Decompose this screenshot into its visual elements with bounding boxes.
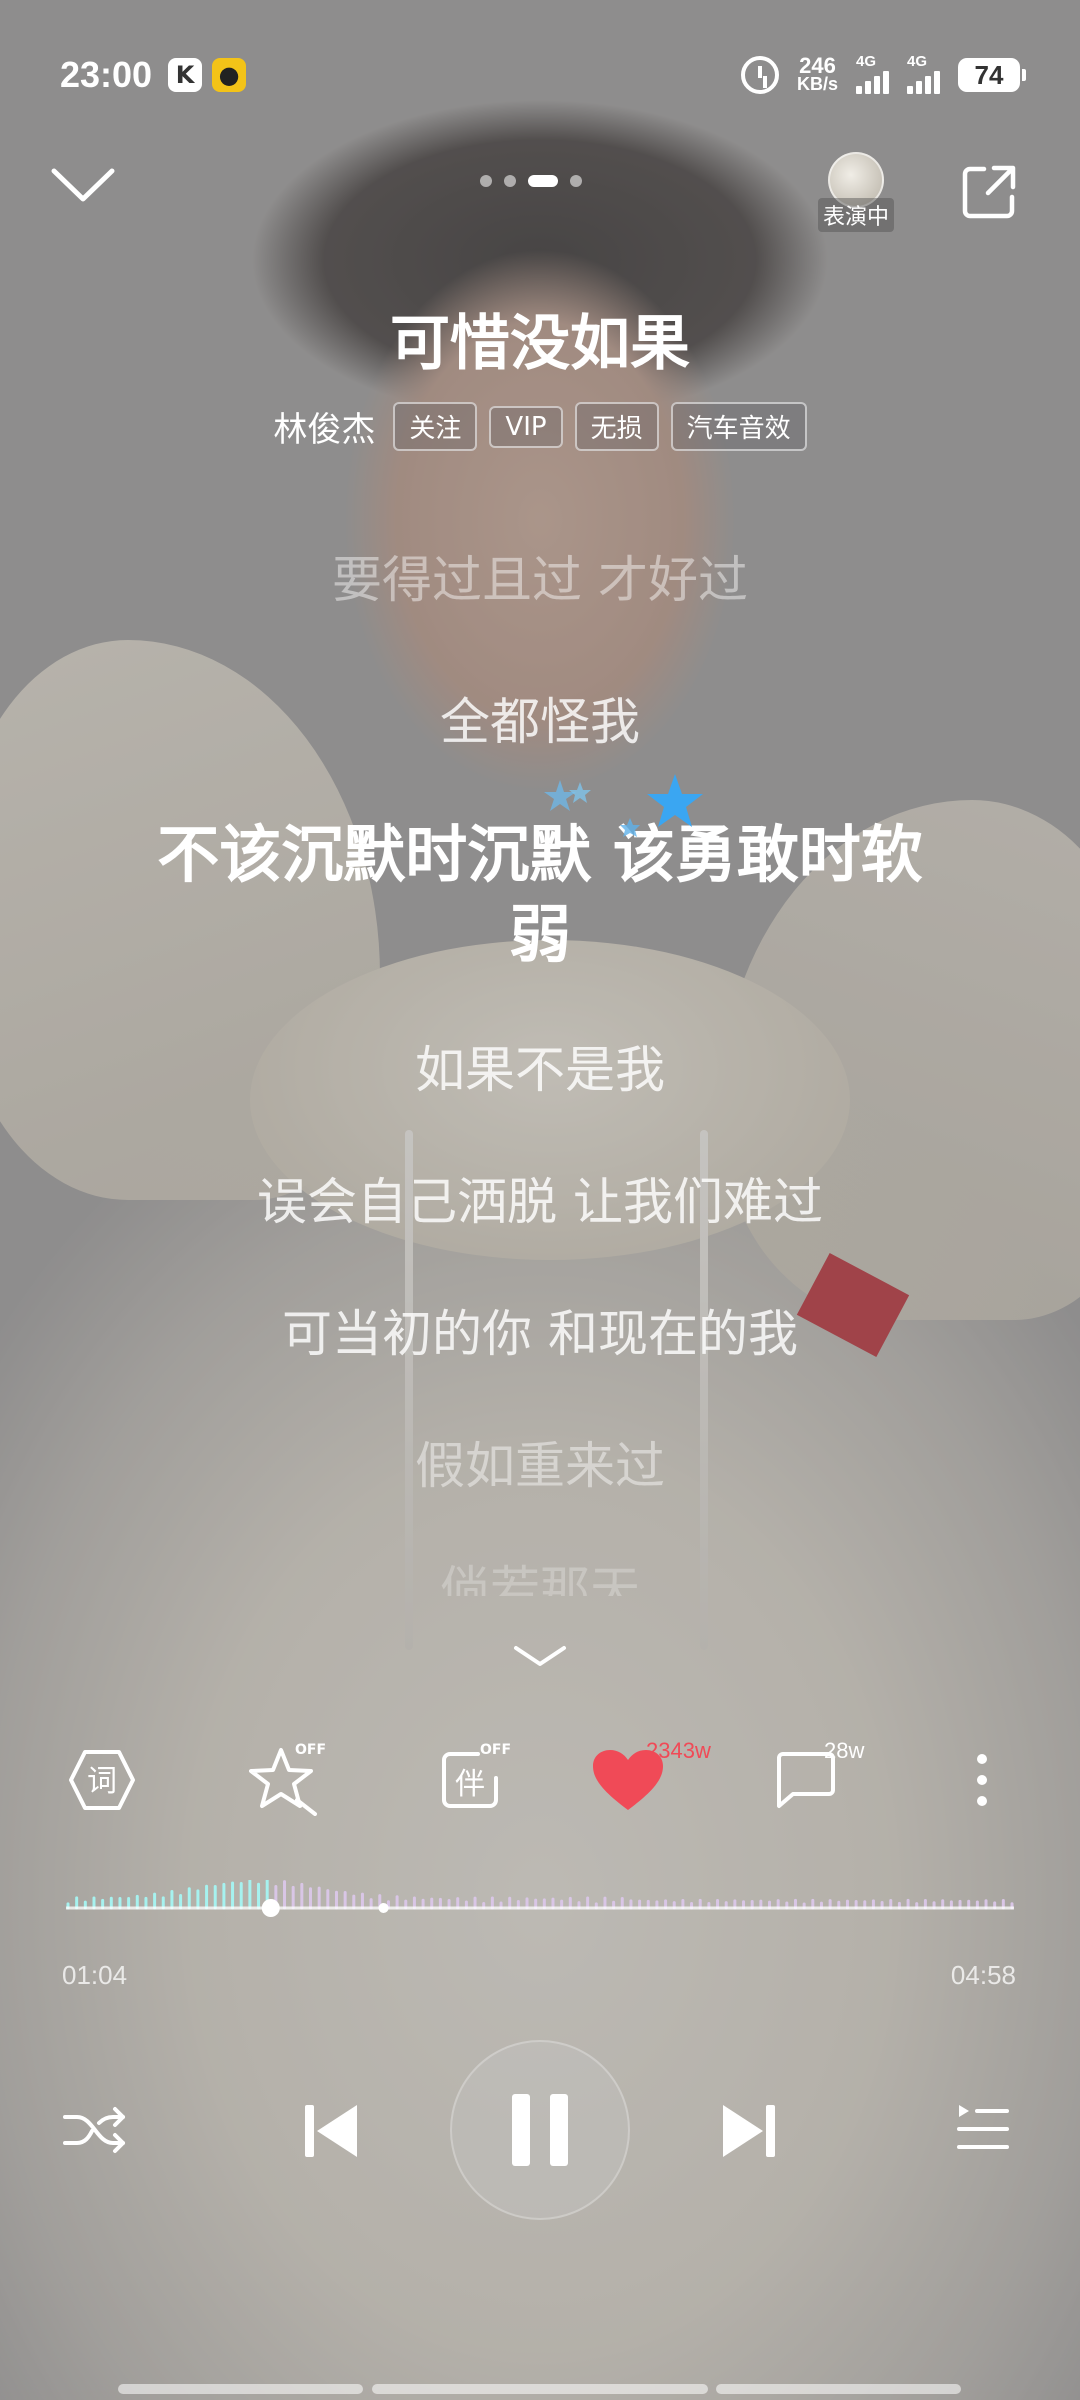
performing-now-button[interactable]: 表演中 <box>818 152 894 232</box>
follow-button[interactable]: 关注 <box>393 402 478 451</box>
more-options-button[interactable] <box>942 1740 1022 1820</box>
page-indicator[interactable] <box>480 175 582 187</box>
progress-thumb <box>261 1899 280 1917</box>
like-button[interactable]: 2343w <box>588 1738 711 1820</box>
signal-strength-icon: 4G <box>856 53 889 94</box>
accompaniment-button[interactable]: 伴 OFF <box>430 1740 512 1820</box>
lyric-line[interactable]: 要得过且过 才好过 <box>0 540 1080 612</box>
kugou-notification-icon: K <box>168 58 203 92</box>
lyric-line[interactable]: 误会自己洒脱 让我们难过 <box>0 1162 1080 1234</box>
like-count: 2343w <box>646 1738 711 1763</box>
gesture-bar <box>118 2384 363 2394</box>
climax-marker <box>378 1903 389 1913</box>
sparkle-stars-icon <box>544 774 703 837</box>
share-icon[interactable] <box>960 163 1018 221</box>
artist-name[interactable]: 林俊杰 <box>273 402 375 451</box>
lyrics-hexagon-icon: 词 <box>69 1750 135 1810</box>
accompaniment-off-label: OFF <box>480 1742 512 1758</box>
previous-track-button[interactable] <box>298 2098 364 2164</box>
playback-controls <box>0 2040 1080 2220</box>
next-track-button[interactable] <box>716 2098 782 2164</box>
app-notification-icon: ● <box>212 58 247 92</box>
star-off-label: OFF <box>295 1742 327 1758</box>
car-audio-effect-tag[interactable]: 汽车音效 <box>670 402 807 451</box>
status-bar: 23:00 K ● 246 KB/s 4G 4G 74 <box>0 40 1080 110</box>
signal-strength-icon-2: 4G <box>907 53 940 94</box>
progress-waveform-slider[interactable] <box>66 1880 1014 1930</box>
lyric-line[interactable]: 倘若那天 <box>0 1550 1080 1596</box>
shuffle-icon <box>63 2107 125 2153</box>
comment-button[interactable]: 28w <box>766 1738 864 1820</box>
song-meta-row: 林俊杰 关注 VIP 无损 汽车音效 <box>0 402 1080 451</box>
favorite-star-button[interactable]: OFF <box>245 1740 327 1820</box>
pause-button[interactable] <box>450 2040 630 2220</box>
comment-count: 28w <box>824 1738 865 1763</box>
action-row: 词 OFF 伴 OFF 2343w 28w <box>0 1738 1080 1830</box>
gesture-bar <box>372 2384 708 2394</box>
lossless-tag[interactable]: 无损 <box>574 402 659 451</box>
vip-tag[interactable]: VIP <box>489 405 563 448</box>
network-speed: 246 KB/s <box>796 53 838 94</box>
gesture-bar <box>716 2384 961 2394</box>
battery-indicator: 74 <box>958 58 1026 92</box>
lyrics-collapse-chevron-icon[interactable] <box>512 1640 568 1670</box>
pause-icon <box>512 2094 568 2166</box>
collapse-chevron-icon[interactable] <box>50 165 116 205</box>
skip-previous-icon <box>305 2105 357 2157</box>
alarm-icon <box>740 56 779 94</box>
more-vertical-icon <box>977 1754 987 1806</box>
lyric-line[interactable]: 全都怪我 <box>0 682 1080 754</box>
shuffle-button[interactable] <box>62 2100 128 2160</box>
playlist-icon <box>957 2105 1009 2149</box>
song-title: 可惜没如果 <box>390 309 690 379</box>
skip-next-icon <box>723 2105 775 2157</box>
lyrics-mode-button[interactable]: 词 <box>62 1740 142 1820</box>
total-time: 04:58 <box>950 1960 1016 1990</box>
lyric-line[interactable]: 如果不是我 <box>0 1030 1080 1102</box>
current-time: 01:04 <box>62 1960 128 1990</box>
playlist-button[interactable] <box>952 2098 1014 2160</box>
performing-label: 表演中 <box>818 198 894 232</box>
svg-text:伴: 伴 <box>455 1767 485 1802</box>
lyric-line[interactable]: 假如重来过 <box>0 1426 1080 1498</box>
status-time: 23:00 <box>60 54 153 95</box>
svg-text:词: 词 <box>87 1764 117 1799</box>
lyric-line[interactable]: 可当初的你 和现在的我 <box>0 1294 1080 1366</box>
